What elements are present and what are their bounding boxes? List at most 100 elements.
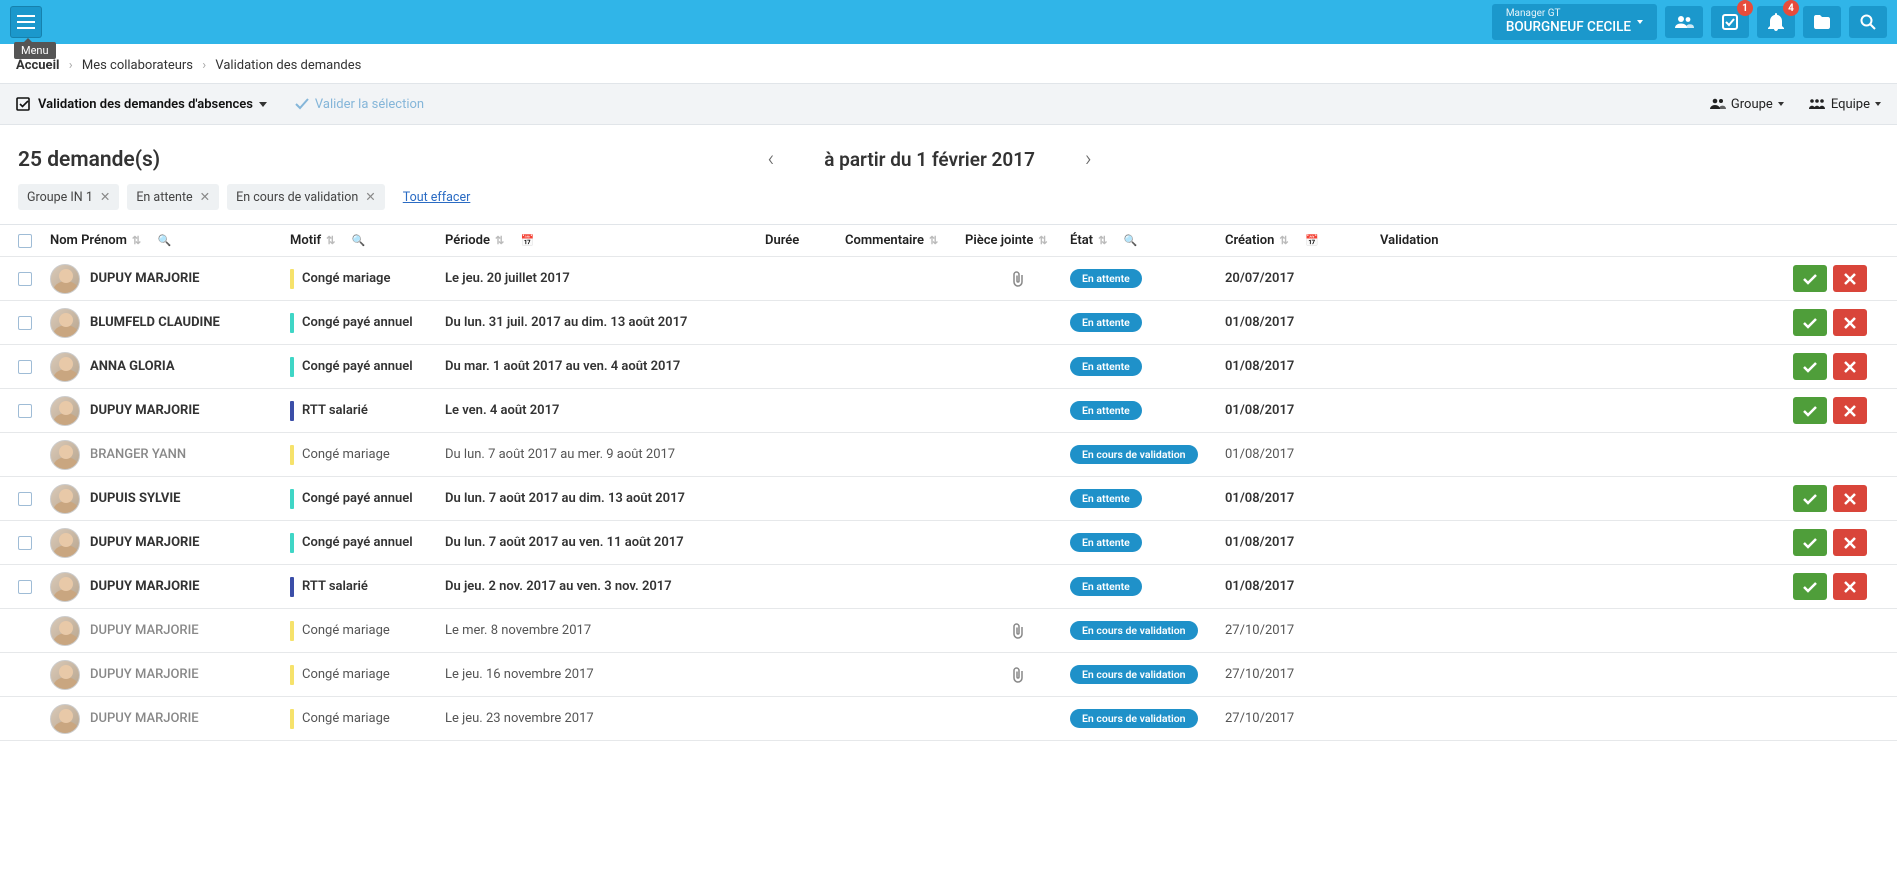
attachment-cell[interactable] — [965, 667, 1070, 683]
motif-color-bar — [290, 445, 294, 465]
reject-button[interactable] — [1833, 265, 1867, 292]
col-state[interactable]: État⇅ 🔍 — [1070, 233, 1225, 248]
select-all-checkbox[interactable] — [18, 234, 32, 248]
next-period-button[interactable]: › — [1085, 147, 1092, 172]
status-badge: En cours de validation — [1070, 445, 1198, 464]
search-icon[interactable]: 🔍 — [352, 234, 366, 247]
calendar-icon[interactable]: 📅 — [521, 234, 535, 247]
breadcrumb-item-collab[interactable]: Mes collaborateurs — [82, 58, 193, 73]
employee-name: DUPUY MARJORIE — [90, 579, 199, 594]
reject-button[interactable] — [1833, 397, 1867, 424]
table-row[interactable]: DUPUIS SYLVIE Congé payé annuel Du lun. … — [0, 477, 1897, 521]
attachment-cell[interactable] — [965, 271, 1070, 287]
filter-chip[interactable]: En cours de validation✕ — [227, 184, 385, 210]
table-row[interactable]: DUPUY MARJORIE Congé mariage Le jeu. 23 … — [0, 697, 1897, 741]
chip-remove-icon[interactable]: ✕ — [365, 189, 375, 205]
filter-chip[interactable]: En attente✕ — [127, 184, 219, 210]
col-period[interactable]: Période⇅ 📅 — [445, 233, 765, 248]
reject-button[interactable] — [1833, 353, 1867, 380]
col-comment[interactable]: Commentaire⇅ — [845, 233, 965, 248]
table-row[interactable]: BRANGER YANN Congé mariage Du lun. 7 aoû… — [0, 433, 1897, 477]
employee-name: ANNA GLORIA — [90, 359, 175, 374]
chip-remove-icon[interactable]: ✕ — [200, 189, 210, 205]
row-checkbox[interactable] — [18, 272, 32, 286]
motif-label: Congé payé annuel — [302, 359, 413, 374]
motif-label: Congé mariage — [302, 667, 390, 682]
period-label: Du lun. 31 juil. 2017 au dim. 13 août 20… — [445, 315, 765, 330]
table-row[interactable]: DUPUY MARJORIE RTT salarié Le ven. 4 aoû… — [0, 389, 1897, 433]
period-label: Du lun. 7 août 2017 au mer. 9 août 2017 — [445, 447, 765, 462]
clear-filters-link[interactable]: Tout effacer — [403, 190, 471, 205]
reject-button[interactable] — [1833, 573, 1867, 600]
approve-button[interactable] — [1793, 485, 1827, 512]
row-checkbox[interactable] — [18, 536, 32, 550]
toolbar-group-filter[interactable]: Groupe — [1710, 97, 1784, 112]
table-row[interactable]: DUPUY MARJORIE Congé mariage Le jeu. 16 … — [0, 653, 1897, 697]
table-row[interactable]: DUPUY MARJORIE RTT salarié Du jeu. 2 nov… — [0, 565, 1897, 609]
toolbar-team-filter[interactable]: Equipe — [1808, 97, 1881, 112]
creation-date: 01/08/2017 — [1225, 359, 1380, 374]
table-row[interactable]: ANNA GLORIA Congé payé annuel Du mar. 1 … — [0, 345, 1897, 389]
col-creation[interactable]: Création⇅ 📅 — [1225, 233, 1380, 248]
table-row[interactable]: BLUMFELD CLAUDINE Congé payé annuel Du l… — [0, 301, 1897, 345]
messages-badge: 1 — [1737, 0, 1753, 16]
search-button[interactable] — [1849, 6, 1887, 38]
hamburger-icon — [17, 15, 35, 29]
status-badge: En attente — [1070, 401, 1142, 420]
col-attachment[interactable]: Pièce jointe⇅ — [965, 233, 1070, 248]
reject-button[interactable] — [1833, 485, 1867, 512]
row-checkbox[interactable] — [18, 580, 32, 594]
table-row[interactable]: DUPUY MARJORIE Congé payé annuel Du lun.… — [0, 521, 1897, 565]
chip-remove-icon[interactable]: ✕ — [100, 189, 110, 205]
reject-button[interactable] — [1833, 309, 1867, 336]
caret-down-icon — [1778, 102, 1784, 106]
people-button[interactable] — [1665, 6, 1703, 38]
creation-date: 27/10/2017 — [1225, 711, 1380, 726]
toolbar-validate-selection[interactable]: Valider la sélection — [295, 97, 424, 112]
row-checkbox[interactable] — [18, 360, 32, 374]
approve-button[interactable] — [1793, 309, 1827, 336]
attachment-cell[interactable] — [965, 623, 1070, 639]
table-row[interactable]: DUPUY MARJORIE Congé mariage Le jeu. 20 … — [0, 257, 1897, 301]
approve-button[interactable] — [1793, 353, 1827, 380]
row-checkbox[interactable] — [18, 492, 32, 506]
approve-button[interactable] — [1793, 265, 1827, 292]
menu-button[interactable] — [10, 6, 42, 38]
period-label: Du mar. 1 août 2017 au ven. 4 août 2017 — [445, 359, 765, 374]
notifications-button[interactable]: 4 — [1757, 6, 1795, 38]
prev-period-button[interactable]: ‹ — [768, 147, 775, 172]
people-icon — [1674, 15, 1694, 29]
row-checkbox[interactable] — [18, 404, 32, 418]
creation-date: 27/10/2017 — [1225, 667, 1380, 682]
employee-name: BLUMFELD CLAUDINE — [90, 315, 220, 330]
messages-button[interactable]: 1 — [1711, 6, 1749, 38]
calendar-icon[interactable]: 📅 — [1305, 234, 1319, 247]
creation-date: 27/10/2017 — [1225, 623, 1380, 638]
approve-button[interactable] — [1793, 397, 1827, 424]
breadcrumb-item-home[interactable]: Accueil — [16, 58, 59, 73]
avatar — [50, 264, 80, 294]
approve-button[interactable] — [1793, 573, 1827, 600]
filter-chip[interactable]: Groupe IN 1✕ — [18, 184, 119, 210]
toolbar-main-action[interactable]: Validation des demandes d'absences — [16, 97, 267, 112]
approve-button[interactable] — [1793, 529, 1827, 556]
table-row[interactable]: DUPUY MARJORIE Congé mariage Le mer. 8 n… — [0, 609, 1897, 653]
search-icon[interactable]: 🔍 — [158, 234, 172, 247]
col-duration[interactable]: Durée — [765, 233, 845, 248]
search-icon[interactable]: 🔍 — [1124, 234, 1138, 247]
motif-label: Congé mariage — [302, 711, 390, 726]
status-badge: En attente — [1070, 577, 1142, 596]
user-menu[interactable]: Manager GT BOURGNEUF CECILE — [1492, 4, 1657, 39]
avatar — [50, 352, 80, 382]
status-badge: En attente — [1070, 489, 1142, 508]
row-checkbox[interactable] — [18, 316, 32, 330]
check-list-icon — [16, 97, 32, 111]
folder-button[interactable] — [1803, 6, 1841, 38]
status-badge: En attente — [1070, 357, 1142, 376]
col-name[interactable]: Nom Prénom⇅ 🔍 — [50, 233, 290, 248]
avatar — [50, 528, 80, 558]
date-range-label: à partir du 1 février 2017 — [824, 148, 1035, 171]
motif-color-bar — [290, 621, 294, 641]
col-motif[interactable]: Motif⇅ 🔍 — [290, 233, 445, 248]
reject-button[interactable] — [1833, 529, 1867, 556]
